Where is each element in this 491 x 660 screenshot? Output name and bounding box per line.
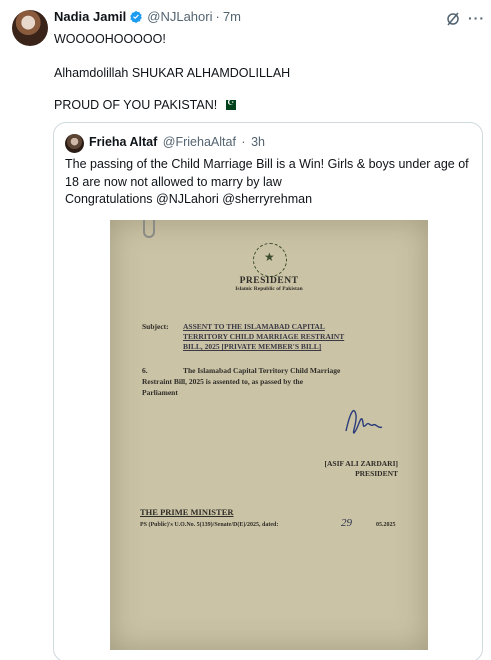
tweet-header: Nadia Jamil @NJLahori · 7m <box>54 9 241 24</box>
separator: · <box>215 9 220 24</box>
signature <box>345 410 383 434</box>
quote-avatar[interactable] <box>65 134 84 153</box>
doc-subject-line: ASSENT TO THE ISLAMABAD CAPITAL <box>183 322 325 331</box>
paperclip <box>143 220 155 238</box>
doc-date-handwritten: 29 <box>341 517 352 529</box>
tweet: Nadia Jamil @NJLahori · 7m ··· WOOOOHOOO… <box>0 0 491 660</box>
doc-body-line: Restraint Bill, 2025 is assented to, as … <box>142 377 304 386</box>
quoted-tweet[interactable]: Frieha Altaf @FriehaAltaf · 3h The passi… <box>53 122 483 660</box>
quote-text-line: 18 are now not allowed to marry by law <box>65 175 282 189</box>
tweet-text-line: Alhamdolillah SHUKAR ALHAMDOLILLAH <box>54 66 291 80</box>
doc-signatory-name: [ASIF ALI ZARDARI] <box>324 459 398 468</box>
doc-date: 05.2025 <box>376 522 396 528</box>
doc-signatory-title: PRESIDENT <box>355 469 398 478</box>
doc-subject-line: TERRITORY CHILD MARRIAGE RESTRAINT <box>183 332 345 341</box>
author-name[interactable]: Nadia Jamil <box>54 9 126 24</box>
grok-icon[interactable] <box>445 11 461 27</box>
emblem-icon <box>253 243 287 277</box>
separator: · <box>241 135 246 149</box>
doc-subject-label: Subject: <box>142 322 169 331</box>
quote-header: Frieha Altaf @FriehaAltaf · 3h <box>89 135 265 149</box>
doc-subject-line: BILL, 2025 [PRIVATE MEMBER'S BILL] <box>183 342 322 351</box>
timestamp[interactable]: 7m <box>223 9 241 24</box>
quote-text-line: The passing of the Child Marriage Bill i… <box>65 157 469 171</box>
doc-body-line: The Islamabad Capital Territory Child Ma… <box>183 366 341 375</box>
verified-badge-icon <box>130 10 143 23</box>
doc-body-line: Parliament <box>142 388 178 397</box>
more-icon[interactable]: ··· <box>468 10 484 26</box>
author-handle[interactable]: @NJLahori <box>147 9 212 24</box>
quote-author-handle[interactable]: @FriehaAltaf <box>163 135 236 149</box>
doc-reference: PS (Public)'s U.O.No. 5(139)/Senate/D(E)… <box>140 522 279 528</box>
tweet-text-line: WOOOOHOOOOO! <box>54 32 166 46</box>
tweet-text-line: PROUD OF YOU PAKISTAN! <box>54 98 237 112</box>
quote-text-line: Congratulations @NJLahori @sherryrehman <box>65 192 313 206</box>
quote-timestamp[interactable]: 3h <box>251 135 265 149</box>
avatar[interactable] <box>12 10 48 46</box>
quote-image[interactable]: PRESIDENT Islamic Republic of Pakistan S… <box>110 220 428 650</box>
doc-subtitle: Islamic Republic of Pakistan <box>235 286 303 292</box>
pakistan-flag-icon <box>223 98 237 110</box>
doc-title: PRESIDENT <box>239 276 299 286</box>
doc-addressee: THE PRIME MINISTER <box>140 507 234 517</box>
quote-author-name[interactable]: Frieha Altaf <box>89 135 157 149</box>
tweet-text: PROUD OF YOU PAKISTAN! <box>54 98 218 112</box>
doc-paragraph-number: 6. <box>142 366 148 375</box>
